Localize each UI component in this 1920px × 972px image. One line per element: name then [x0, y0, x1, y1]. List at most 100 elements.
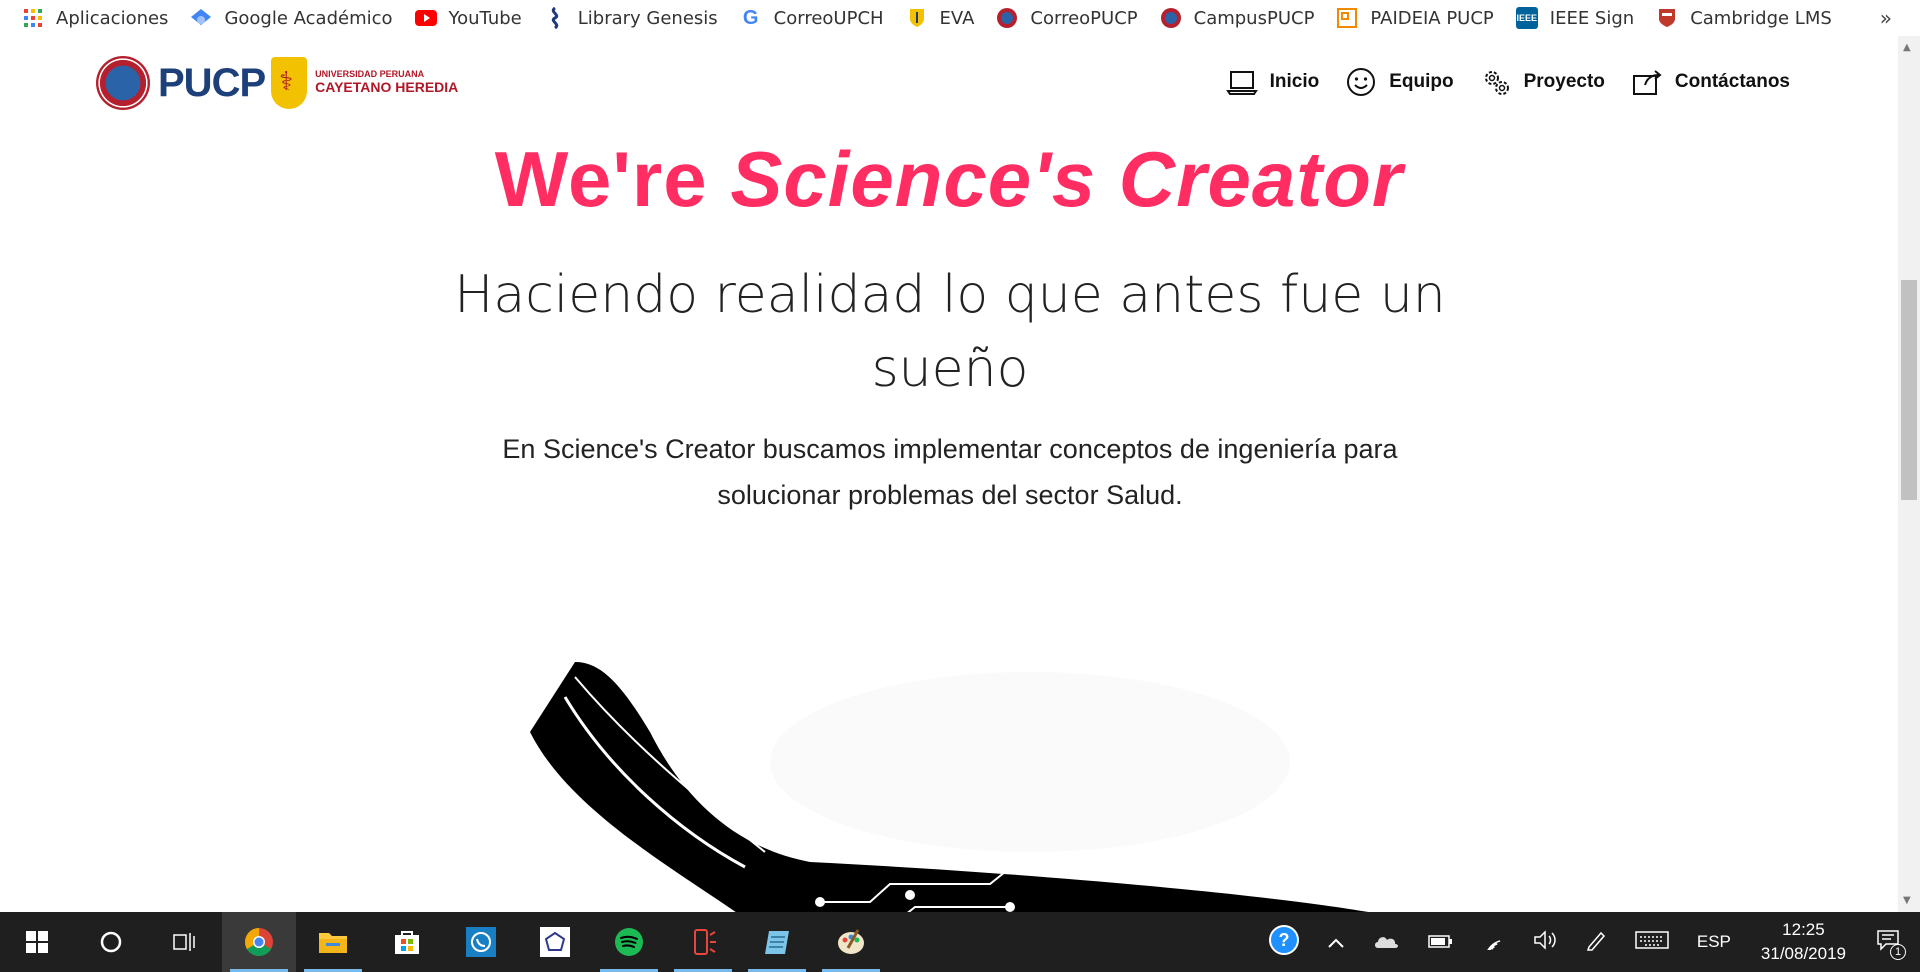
taskbar-notepad[interactable] [740, 912, 814, 972]
bookmarks-overflow-button[interactable]: » [1880, 6, 1892, 30]
pucp-seal-icon [996, 7, 1018, 29]
google-icon: G [742, 6, 759, 29]
taskbar-app[interactable] [518, 912, 592, 972]
scroll-down-icon[interactable]: ▼ [1903, 895, 1911, 906]
nav-equipo[interactable]: Equipo [1345, 66, 1454, 98]
upch-logo-line2: CAYETANO HEREDIA [315, 79, 459, 96]
onedrive-icon[interactable] [1373, 930, 1399, 954]
pen-workspace-icon[interactable] [1585, 929, 1607, 956]
store-icon [395, 931, 419, 954]
input-language[interactable]: ESP [1697, 932, 1731, 952]
volume-icon[interactable] [1533, 929, 1557, 955]
youtube-icon [414, 7, 437, 29]
hero-description: En Science's Creator buscamos implementa… [502, 434, 1398, 510]
bookmarks-bar: Aplicaciones Google Académico YouTube Li… [0, 0, 1920, 36]
bookmark-label: Library Genesis [577, 7, 718, 29]
pucp-logo-text: PUCP [158, 60, 266, 105]
laptop-icon [1225, 71, 1258, 95]
touch-keyboard-icon[interactable] [1635, 930, 1669, 955]
bookmark-ieee-sign[interactable]: IEEE IEEE Sign [1515, 7, 1635, 29]
hero-illustration [530, 662, 1369, 912]
share-icon [1632, 70, 1662, 95]
nav-contactanos[interactable]: Contáctanos [1631, 66, 1790, 98]
scroll-up-icon[interactable]: ▲ [1903, 42, 1911, 53]
help-icon[interactable]: ? [1268, 924, 1299, 960]
nav-label: Proyecto [1523, 71, 1605, 92]
hero-title-italic: Science's Creator [730, 135, 1404, 223]
battery-icon[interactable] [1427, 930, 1453, 954]
nav-label: Equipo [1389, 71, 1454, 92]
start-icon [26, 931, 48, 953]
bookmark-label: PAIDEIA PUCP [1370, 7, 1494, 29]
upch-logo-text: UNIVERSIDAD PERUANA CAYETANO HEREDIA [315, 69, 459, 96]
bookmark-google-academico[interactable]: Google Académico [190, 7, 393, 29]
nav-proyecto[interactable]: Proyecto [1480, 66, 1605, 98]
hero-subtitle: Haciendo realidad lo que antes fue un su… [454, 265, 1446, 399]
clock-date: 31/08/2019 [1760, 944, 1846, 963]
taskbar-file-explorer[interactable] [296, 912, 370, 972]
pucp-seal-logo [96, 56, 150, 110]
clock-time: 12:25 [1782, 920, 1825, 939]
taskbar-clock[interactable]: 12:25 31/08/2019 [1761, 918, 1846, 966]
notepad-icon [765, 931, 789, 954]
bookmark-label: CorreoPUCP [1030, 7, 1138, 29]
bookmark-campuspucp[interactable]: CampusPUCP [1160, 7, 1315, 29]
apps-grid-icon [22, 7, 44, 29]
bookmark-label: YouTube [448, 7, 522, 29]
windows-taskbar: ? ESP 12:25 31/08/2019 1 [0, 912, 1920, 972]
cortana-button[interactable] [74, 912, 148, 972]
taskbar-spotify[interactable] [592, 912, 666, 972]
site-header: PUCP UNIVERSIDAD PERUANA CAYETANO HEREDI… [0, 36, 1898, 136]
notifications-icon[interactable]: 1 [1876, 929, 1906, 960]
faded-cloud-shape [770, 672, 1290, 852]
bookmark-correopucp[interactable]: CorreoPUCP [996, 7, 1138, 29]
bookmark-label: IEEE Sign [1549, 7, 1635, 29]
bookmark-correoupch[interactable]: G CorreoUPCH [740, 7, 884, 29]
scrollbar-thumb[interactable] [1901, 280, 1917, 500]
bookmark-label: Aplicaciones [56, 7, 169, 29]
taskbar-chrome[interactable] [222, 912, 296, 972]
bookmark-paideia-pucp[interactable]: PAIDEIA PUCP [1336, 7, 1494, 29]
bookmark-aplicaciones[interactable]: Aplicaciones [22, 7, 168, 29]
start-button[interactable] [0, 912, 74, 972]
cortana-icon [100, 931, 122, 953]
smiley-icon [1347, 68, 1376, 96]
task-view-button[interactable] [148, 912, 222, 972]
chrome-icon [245, 928, 273, 956]
spotify-icon [615, 928, 643, 956]
app-icon [540, 927, 570, 957]
bookmark-library-genesis[interactable]: Library Genesis [544, 7, 718, 29]
bookmark-eva[interactable]: EVA [906, 7, 974, 29]
bookmark-label: CorreoUPCH [773, 7, 884, 29]
cambridge-icon [1656, 7, 1678, 29]
taskbar-phone-app[interactable] [666, 912, 740, 972]
taskbar-whatsapp[interactable] [444, 912, 518, 972]
nav-inicio[interactable]: Inicio [1225, 66, 1320, 98]
page-viewport: PUCP UNIVERSIDAD PERUANA CAYETANO HEREDI… [0, 36, 1898, 912]
paideia-icon [1336, 7, 1358, 29]
bookmark-label: Google Académico [224, 7, 393, 29]
bookmark-label: Cambridge LMS [1690, 7, 1832, 29]
ieee-icon: IEEE [1515, 7, 1538, 29]
gears-icon [1484, 71, 1509, 95]
taskbar-store[interactable] [370, 912, 444, 972]
taskbar-paint[interactable] [814, 912, 888, 972]
show-hidden-icons-icon[interactable] [1327, 930, 1345, 954]
university-logos[interactable]: PUCP UNIVERSIDAD PERUANA CAYETANO HEREDI… [96, 56, 458, 110]
library-genesis-icon [544, 7, 566, 29]
hero-title-plain: We're [494, 135, 731, 223]
nav-label: Contáctanos [1674, 71, 1790, 92]
bookmark-cambridge-lms[interactable]: Cambridge LMS [1656, 7, 1832, 29]
nav-label: Inicio [1269, 71, 1320, 92]
wifi-icon[interactable] [1481, 930, 1505, 955]
upch-shield-logo [271, 57, 308, 109]
system-tray: ? ESP 12:25 31/08/2019 1 [1255, 912, 1920, 972]
upch-shield-icon [906, 7, 928, 29]
page-scrollbar[interactable]: ▲ ▼ [1898, 36, 1920, 912]
svg-text:?: ? [1278, 930, 1289, 950]
notification-count-badge: 1 [1890, 943, 1906, 960]
bookmark-label: CampusPUCP [1193, 7, 1315, 29]
bookmark-youtube[interactable]: YouTube [414, 7, 522, 29]
google-scholar-icon [190, 7, 212, 29]
phone-app-icon [694, 929, 716, 955]
